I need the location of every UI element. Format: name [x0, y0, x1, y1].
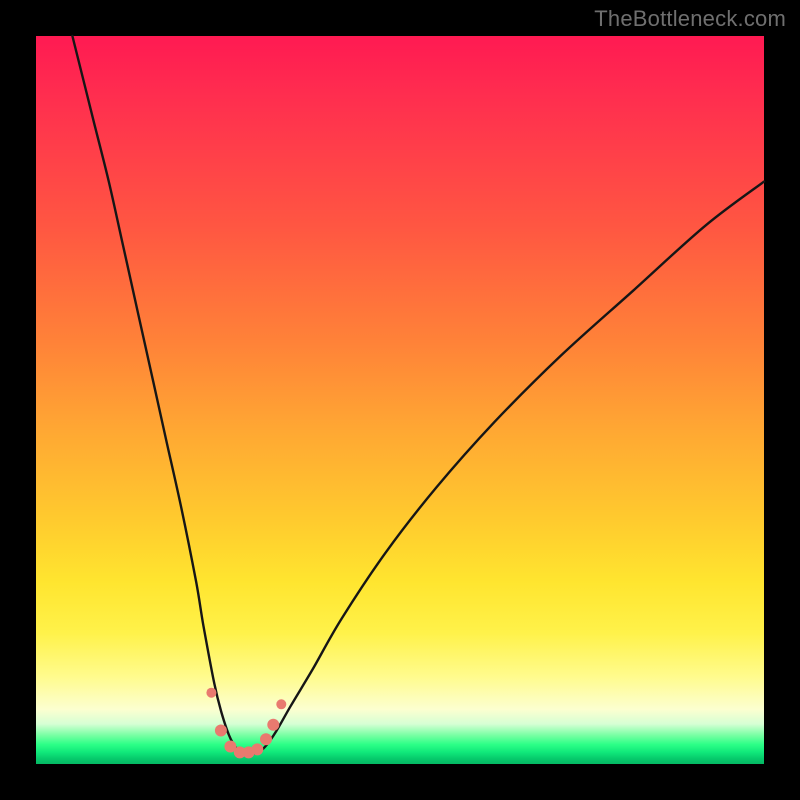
highlight-marker	[215, 725, 227, 737]
curve-svg	[36, 36, 764, 764]
chart-frame: TheBottleneck.com	[0, 0, 800, 800]
plot-area	[36, 36, 764, 764]
highlight-marker	[260, 733, 272, 745]
bottleneck-curve	[72, 36, 764, 754]
highlight-marker	[251, 743, 263, 755]
highlight-marker	[206, 688, 216, 698]
watermark-text: TheBottleneck.com	[594, 6, 786, 32]
highlight-marker	[267, 719, 279, 731]
highlight-marker	[276, 699, 286, 709]
